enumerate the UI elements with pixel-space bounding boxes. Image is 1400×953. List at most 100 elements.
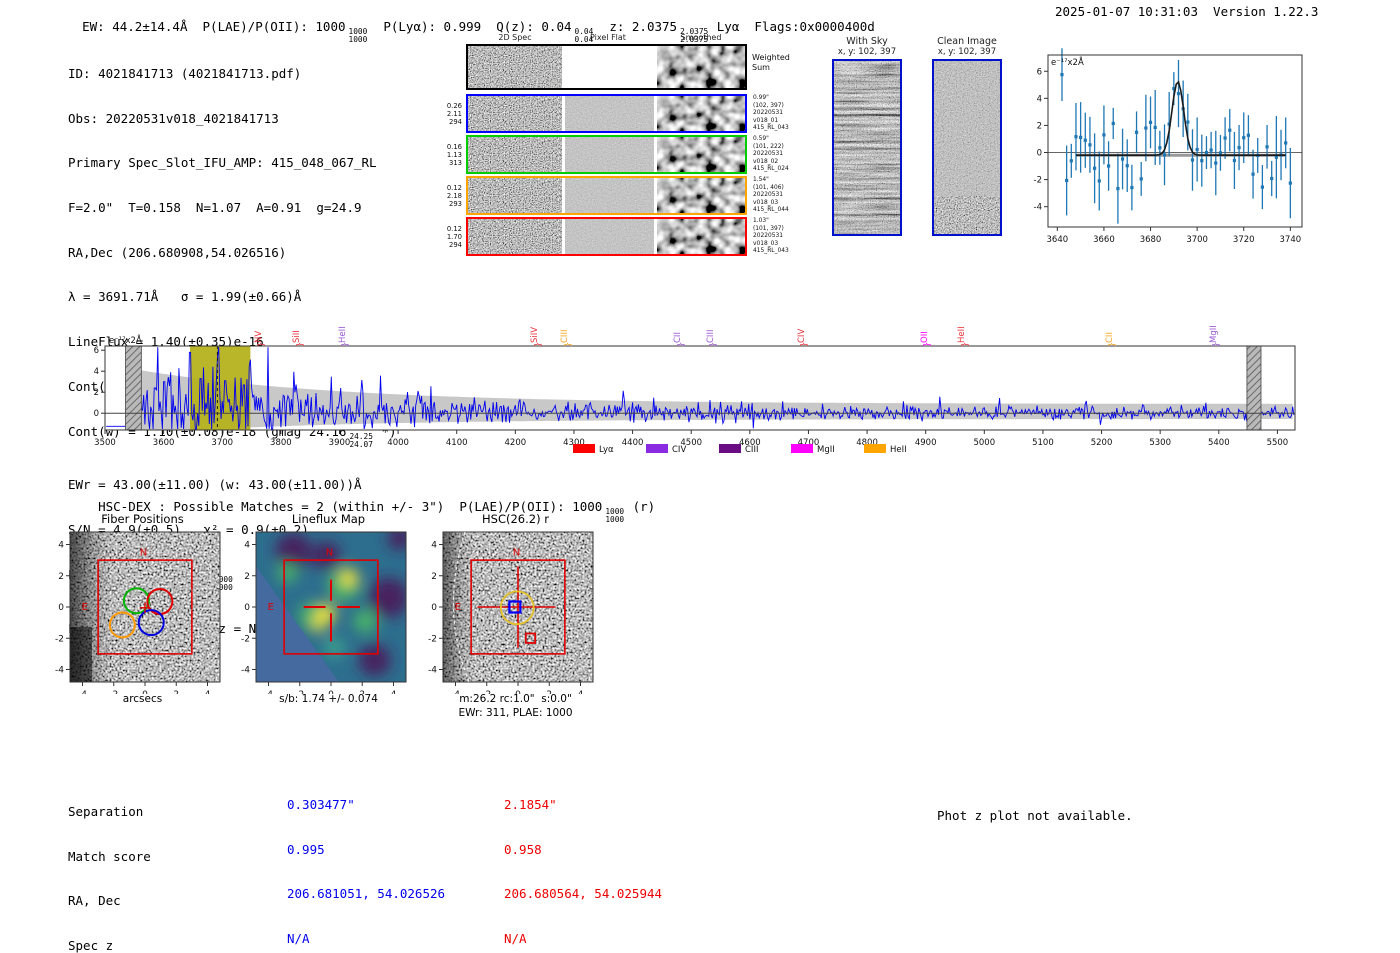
units-annotation: e⁻¹⁷x2Å: [1051, 56, 1084, 68]
data-point: [1065, 178, 1069, 183]
match-label: Separation: [68, 803, 144, 819]
row-left-values: 0.16 1.13 313: [420, 143, 462, 168]
timestamp-version: 2025-01-07 10:31:03 Version 1.22.3: [1055, 4, 1319, 19]
data-point: [1232, 158, 1237, 163]
y-tick-label: 0: [94, 409, 99, 419]
clean-image-title: Clean Image x, y: 102, 397: [922, 36, 1012, 58]
x-tick-label: 4900: [915, 438, 937, 448]
data-point: [1139, 177, 1143, 181]
spec2d-row: [466, 176, 747, 215]
with-sky-noise: [834, 61, 900, 234]
y-tick-label: 0: [244, 603, 250, 613]
data-point: [1190, 158, 1195, 162]
y-tick-label: 0: [431, 603, 437, 613]
emission-line-brace: {: [562, 341, 572, 348]
row-left-value: 294: [449, 117, 462, 126]
row-annotation-line: 20220531: [753, 110, 783, 117]
data-point: [1097, 179, 1101, 183]
plot-shape: [368, 577, 406, 618]
row-annotation: 1.03" (101, 397) 20220531 v018_03 415_RL_043: [753, 218, 823, 256]
data-point: [1079, 135, 1083, 139]
data-point: [1218, 151, 1223, 155]
fiber-xlabel: arcsecs: [122, 693, 163, 705]
match-value: 206.681051, 54.026526: [287, 886, 446, 902]
y-tick-label: 4: [1037, 94, 1042, 104]
match-table-labels: Separation Match score RA, Dec Spec z Ph…: [68, 775, 181, 953]
x-tick-label: 4100: [446, 438, 468, 448]
plot-shape: [565, 46, 654, 88]
emission-line-brace: {: [1106, 341, 1116, 348]
lineflux-map-plot: -4-4-2-2002244NE: [241, 531, 407, 694]
match-value: N/A: [287, 930, 310, 946]
legend-swatch: [719, 444, 741, 453]
legend-label: Lyα: [599, 445, 614, 455]
data-point: [1237, 146, 1241, 150]
emission-line-brace: {: [707, 341, 717, 348]
y-tick-label: -4: [428, 666, 437, 676]
row-annotation: 0.99" (102, 397) 20220531 v018_01 415_RL_043: [753, 95, 823, 133]
row-annotation-line: 415_RL_044: [753, 207, 789, 214]
noise-panel: [468, 137, 562, 172]
data-point: [1069, 159, 1073, 163]
legend-label: HeII: [890, 445, 907, 455]
y-tick-label: 4: [94, 367, 99, 377]
x-tick-label: 3740: [1280, 235, 1302, 245]
data-point: [1186, 120, 1190, 124]
match-value: 0.995: [287, 841, 325, 857]
data-point: [1251, 172, 1255, 176]
row-annotation: 0.59" (101, 222) 20220531 v018_02 415_RL_024: [753, 136, 823, 174]
row-left-value: 0.16: [446, 142, 462, 151]
weighted-sum-label: Weighted Sum: [752, 53, 790, 72]
data-point: [1246, 133, 1251, 137]
info-primary-amp: Primary Spec_Slot_IFU_AMP: 415_048_067_R…: [68, 155, 377, 171]
compass-north: N: [140, 548, 147, 559]
noise-panel: [565, 219, 654, 254]
plot-shape: [565, 219, 654, 254]
emission-line-brace: {: [255, 341, 265, 348]
legend-swatch: [864, 444, 886, 453]
info-seeing: F=2.0" T=0.158 N=1.07 A=0.91 g=24.9: [68, 199, 362, 215]
noise-panel: [657, 178, 745, 213]
row-annotation-line: v018_03: [753, 199, 779, 206]
match-table-col2: 2.1854" 0.958 206.680564, 54.025944 N/A …: [504, 768, 662, 953]
emission-line-brace: {: [1210, 341, 1220, 348]
strip-header-2dspec: 2D Spec: [498, 33, 532, 42]
lineflux-caption: s/b: 1.74 +/- 0.074: [279, 693, 378, 705]
units-annotation: e⁻¹⁷x2Å: [109, 334, 142, 346]
emission-line-brace: {: [959, 341, 969, 348]
row-left-value: 0.12: [446, 183, 462, 192]
summary-ew-plae: EW: 44.2±14.4Å P(LAE)/P(OII): 1000: [82, 18, 346, 34]
summary-flags: Lyα Flags:0x0000400d: [709, 18, 875, 34]
x-tick-label: 5100: [1032, 438, 1054, 448]
data-point: [1120, 157, 1125, 161]
summary-plya-qz: P(Lyα): 0.999 Q(z): 0.04: [368, 18, 572, 34]
compass-north: N: [513, 548, 520, 559]
y-tick-label: 2: [94, 388, 99, 398]
data-point: [1284, 141, 1288, 145]
strip-header-pixelflat: Pixel Flat: [590, 33, 626, 42]
row-left-values: 0.26 2.11 294: [420, 102, 462, 127]
match-value: N/A: [504, 930, 527, 946]
row-left-value: 0.26: [446, 101, 462, 110]
row-annotation-line: (102, 397): [753, 102, 784, 109]
data-point: [1102, 133, 1106, 137]
x-tick-label: 3720: [1233, 235, 1255, 245]
y-tick-label: 0: [1037, 149, 1042, 159]
y-tick-label: 4: [244, 541, 250, 551]
masked-band: [1246, 345, 1262, 431]
info-wavelength: λ = 3691.71Å σ = 1.99(±0.66)Å: [68, 289, 302, 305]
weighted-line: Weighted: [752, 53, 790, 62]
data-point: [1214, 161, 1218, 165]
x-tick-label: 5400: [1208, 438, 1230, 448]
data-point: [1242, 136, 1246, 140]
x-tick-label: 3900: [329, 438, 351, 448]
y-tick-label: 2: [58, 572, 64, 582]
match-label: Spec z: [68, 937, 114, 953]
compass-east: E: [455, 602, 461, 613]
plot-shape: [657, 46, 745, 88]
plot-shape: [565, 178, 654, 213]
row-annotation-line: 415_RL_043: [753, 248, 789, 255]
plot-shape: [657, 96, 745, 131]
compass-east: E: [82, 602, 88, 613]
data-point: [1274, 155, 1278, 159]
